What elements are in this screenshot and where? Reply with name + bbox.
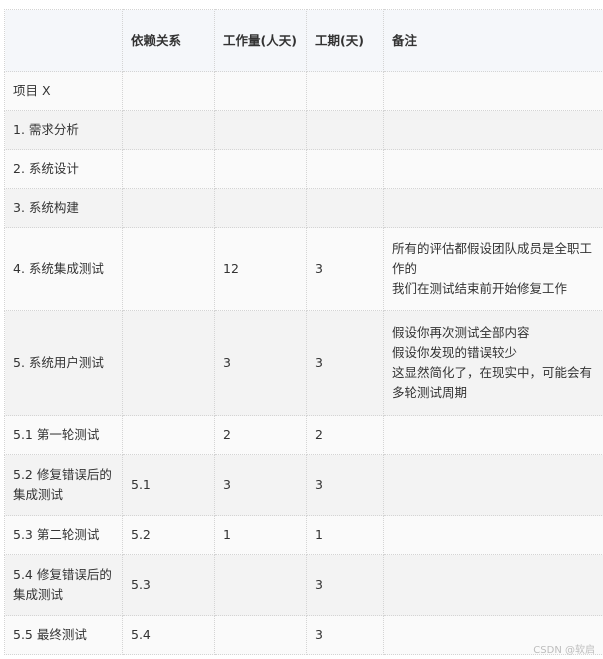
cell-dependency [122,71,215,111]
cell-effort [214,110,307,150]
cell-dependency [122,415,215,455]
cell-duration: 3 [306,310,384,416]
header-duration: 工期(天) [306,9,384,72]
table-row: 4. 系统集成测试 12 3 所有的评估都假设团队成员是全职工作的我们在测试结束前开始… [4,227,603,311]
cell-notes [383,454,603,516]
note-line: 假设你再次测试全部内容 [392,325,530,340]
note-line: 假设你发现的错误较少 [392,345,518,360]
cell-effort: 12 [214,227,307,311]
cell-duration: 1 [306,515,384,555]
table-row: 5.5 最终测试 5.4 3 [4,615,603,655]
cell-task: 2. 系统设计 [4,149,123,189]
cell-dependency: 5.2 [122,515,215,555]
cell-duration [306,188,384,228]
cell-notes [383,71,603,111]
cell-effort [214,71,307,111]
header-row: 依赖关系 工作量(人天) 工期(天) 备注 [4,9,603,72]
header-task [4,9,123,72]
cell-dependency: 5.3 [122,554,215,616]
cell-task: 项目 X [4,71,123,111]
table-row: 1. 需求分析 [4,110,603,150]
schedule-table: 依赖关系 工作量(人天) 工期(天) 备注 项目 X 1. 需求分析 2. 系统设计… [4,9,603,655]
cell-duration: 3 [306,615,384,655]
cell-task: 5.3 第二轮测试 [4,515,123,555]
cell-duration: 2 [306,415,384,455]
cell-duration [306,149,384,189]
cell-effort [214,615,307,655]
cell-effort [214,188,307,228]
cell-notes: 所有的评估都假设团队成员是全职工作的我们在测试结束前开始修复工作 [383,227,603,311]
note-line: 我们在测试结束前开始修复工作 [392,281,568,296]
cell-notes: 假设你再次测试全部内容 假设你发现的错误较少这显然简化了，在现实中，可能会有多轮测… [383,310,603,416]
cell-task: 5.1 第一轮测试 [4,415,123,455]
cell-task: 5.5 最终测试 [4,615,123,655]
table-body: 项目 X 1. 需求分析 2. 系统设计 3. 系统构建 4. 系统集成测试 12 3 所有的… [4,71,603,655]
cell-task: 4. 系统集成测试 [4,227,123,311]
cell-effort [214,149,307,189]
cell-dependency [122,110,215,150]
note-line: 所有的评估都假设团队成员是全职工作的 [392,241,593,276]
cell-dependency [122,149,215,189]
cell-effort: 3 [214,310,307,416]
watermark: CSDN @软启 [533,645,595,656]
cell-dependency [122,188,215,228]
header-effort: 工作量(人天) [214,9,307,72]
header-dependency: 依赖关系 [122,9,215,72]
cell-notes [383,110,603,150]
cell-duration: 3 [306,227,384,311]
cell-effort [214,554,307,616]
cell-dependency [122,227,215,311]
note-line: 这显然简化了，在现实中，可能会有多轮测试周期 [392,365,593,400]
cell-notes [383,515,603,555]
cell-task: 1. 需求分析 [4,110,123,150]
cell-task: 3. 系统构建 [4,188,123,228]
table-row: 5. 系统用户测试 3 3 假设你再次测试全部内容 假设你发现的错误较少 这显然简化了，在… [4,310,603,416]
header-notes: 备注 [383,9,603,72]
table-row: 项目 X [4,71,603,111]
cell-effort: 1 [214,515,307,555]
cell-notes [383,554,603,616]
cell-duration: 3 [306,554,384,616]
cell-duration [306,71,384,111]
cell-effort: 2 [214,415,307,455]
table-row: 2. 系统设计 [4,149,603,189]
table-row: 3. 系统构建 [4,188,603,228]
table-row: 5.3 第二轮测试 5.2 1 1 [4,515,603,555]
cell-notes [383,188,603,228]
table-row: 5.4 修复错误后的集成测试 5.3 3 [4,554,603,616]
table-row: 5.1 第一轮测试 2 2 [4,415,603,455]
cell-dependency: 5.4 [122,615,215,655]
table-row: 5.2 修复错误后的集成测试 5.1 3 3 [4,454,603,516]
cell-duration [306,110,384,150]
cell-task: 5. 系统用户测试 [4,310,123,416]
cell-dependency: 5.1 [122,454,215,516]
cell-notes [383,149,603,189]
cell-effort: 3 [214,454,307,516]
cell-duration: 3 [306,454,384,516]
cell-dependency [122,310,215,416]
cell-task: 5.4 修复错误后的集成测试 [4,554,123,616]
cell-notes [383,415,603,455]
cell-task: 5.2 修复错误后的集成测试 [4,454,123,516]
